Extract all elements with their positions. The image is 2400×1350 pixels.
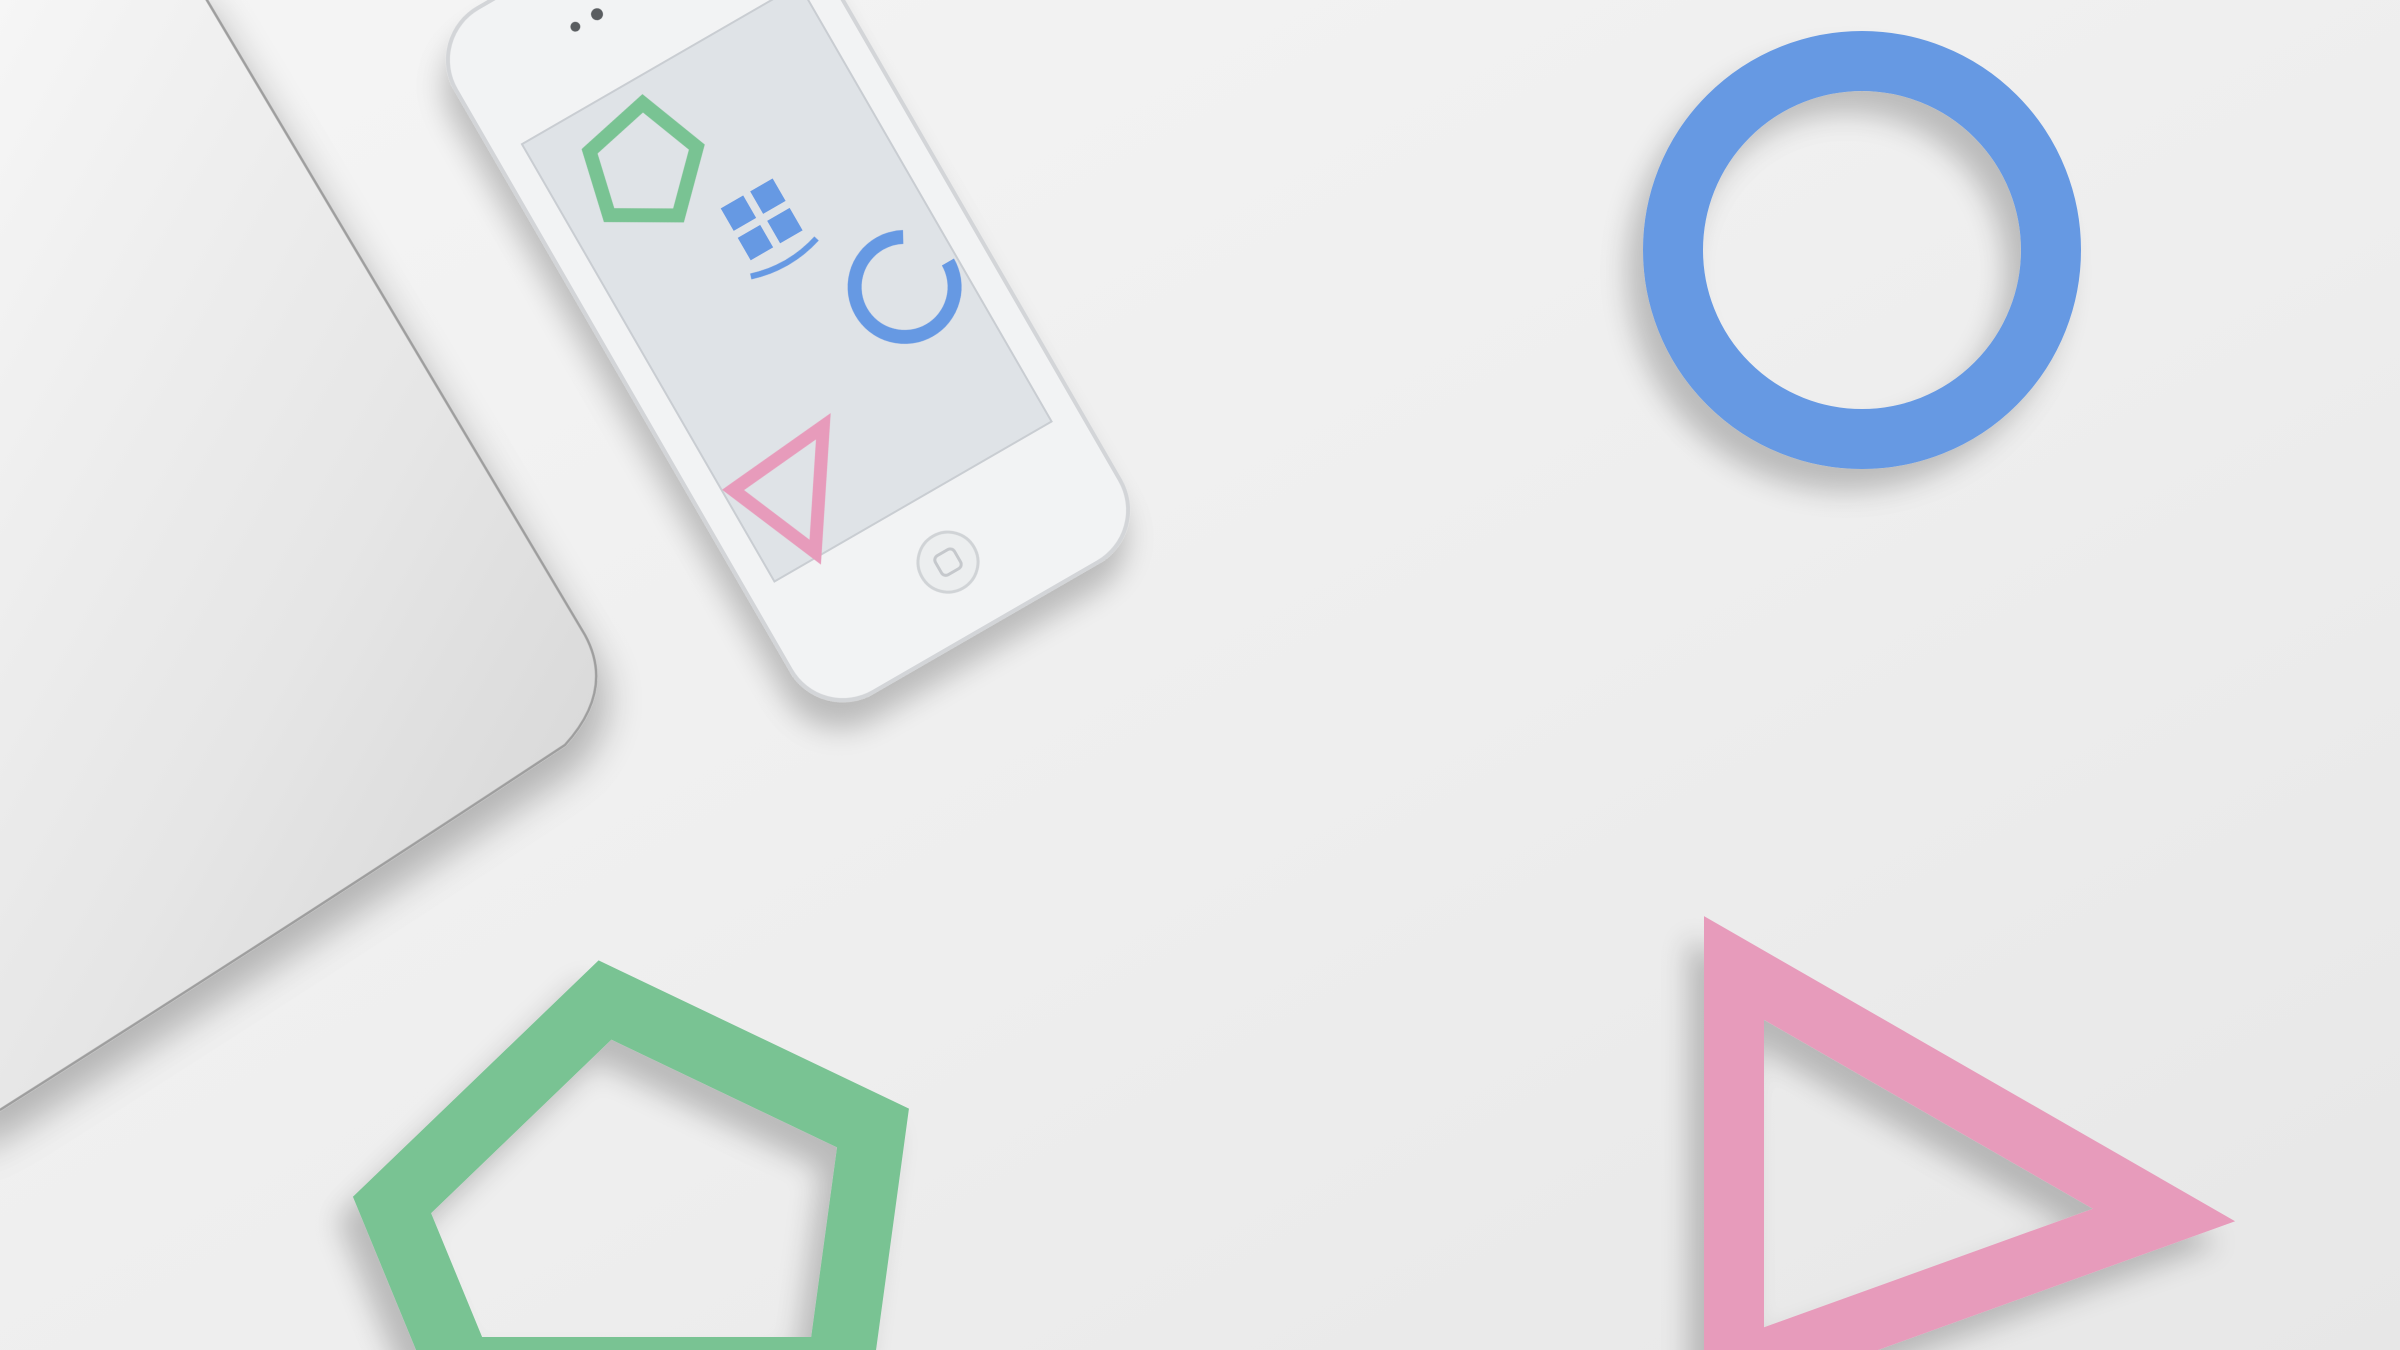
desk-scene	[0, 0, 2400, 1350]
scene-canvas	[0, 0, 2400, 1350]
